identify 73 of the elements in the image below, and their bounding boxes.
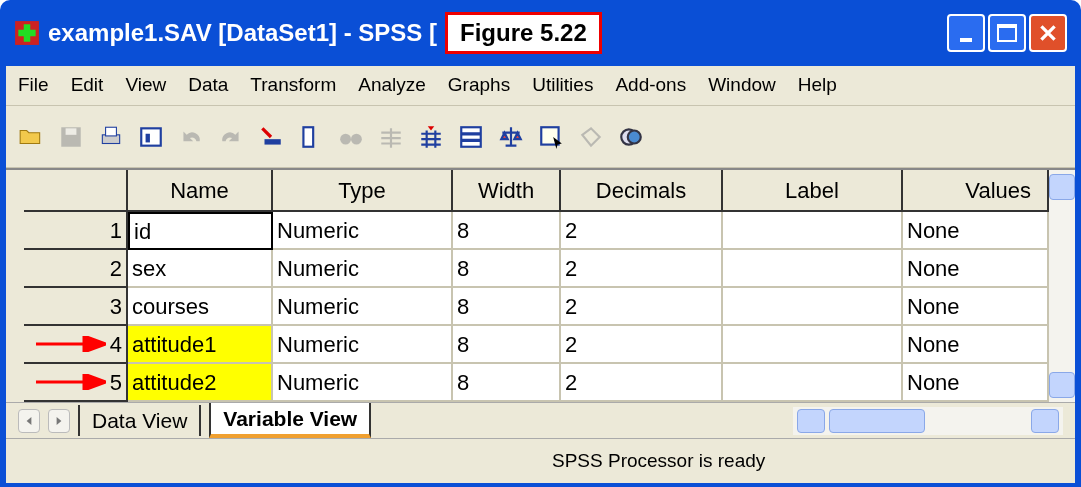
table-cell[interactable]: 2: [561, 326, 723, 364]
menu-item[interactable]: Add-ons: [615, 71, 687, 100]
column-header[interactable]: Label: [723, 170, 903, 212]
menu-item[interactable]: Graphs: [447, 71, 511, 100]
column-header[interactable]: Name: [128, 170, 273, 212]
table-cell[interactable]: Numeric: [273, 212, 453, 250]
column-header[interactable]: Type: [273, 170, 453, 212]
row-number: 5: [109, 368, 122, 397]
table-cell[interactable]: [723, 288, 903, 326]
menu-item[interactable]: View: [125, 71, 167, 100]
menu-item[interactable]: Analyze: [358, 71, 426, 100]
table-cell[interactable]: 8: [453, 250, 561, 288]
column-header[interactable]: Values: [903, 170, 1049, 212]
vertical-scrollbar[interactable]: [1049, 170, 1075, 402]
table-cell[interactable]: None: [903, 326, 1049, 364]
table-cell[interactable]: [723, 250, 903, 288]
row-header[interactable]: 3: [24, 288, 128, 326]
status-text: SPSS Processor is ready: [552, 448, 766, 473]
column-header[interactable]: Decimals: [561, 170, 723, 212]
horizontal-scrollbar[interactable]: [793, 406, 1063, 435]
table-cell[interactable]: None: [903, 364, 1049, 402]
row-header[interactable]: 1: [24, 212, 128, 250]
scroll-left-tab-button[interactable]: [18, 408, 40, 433]
table-cell[interactable]: 2: [561, 250, 723, 288]
menu-item[interactable]: Transform: [250, 71, 337, 100]
window-title: example1.SAV [DataSet1] - SPSS [: [48, 18, 438, 48]
column-header[interactable]: Width: [453, 170, 561, 212]
left-triangle-icon: [25, 415, 33, 426]
row-number: 2: [109, 254, 122, 283]
table-cell[interactable]: [723, 326, 903, 364]
scroll-right-tab-button[interactable]: [48, 408, 70, 433]
app-logo-icon: [14, 20, 40, 46]
table-cell[interactable]: None: [903, 212, 1049, 250]
table-cell[interactable]: Numeric: [273, 288, 453, 326]
menu-item[interactable]: Data: [188, 71, 229, 100]
row-number: 3: [109, 292, 122, 321]
table-cell[interactable]: attitude1: [128, 326, 273, 364]
sheet-tab[interactable]: Data View: [78, 404, 202, 437]
row-number: 1: [109, 216, 122, 245]
table-cell[interactable]: None: [903, 288, 1049, 326]
table-cell[interactable]: 2: [561, 364, 723, 402]
table-cell[interactable]: Numeric: [273, 250, 453, 288]
maximize-button[interactable]: [988, 14, 1026, 52]
menu-item[interactable]: Window: [708, 71, 776, 100]
table-cell[interactable]: None: [903, 250, 1049, 288]
table-cell[interactable]: 8: [453, 364, 561, 402]
menu-item[interactable]: Edit: [70, 71, 104, 100]
row-number: 4: [109, 330, 122, 359]
menu-item[interactable]: Utilities: [532, 71, 594, 100]
menu-item[interactable]: File: [18, 71, 49, 100]
table-cell[interactable]: 8: [453, 288, 561, 326]
table-cell[interactable]: id: [128, 212, 273, 250]
minimize-button[interactable]: [947, 14, 985, 52]
row-header[interactable]: 4: [24, 326, 128, 364]
row-header[interactable]: 5: [24, 364, 128, 402]
table-cell[interactable]: 2: [561, 288, 723, 326]
table-cell[interactable]: 8: [453, 326, 561, 364]
table-cell[interactable]: Numeric: [273, 364, 453, 402]
figure-label: Figure 5.22: [445, 12, 602, 54]
table-cell[interactable]: sex: [128, 250, 273, 288]
menu-item[interactable]: Help: [797, 71, 837, 100]
right-triangle-icon: [55, 415, 63, 426]
close-icon: [1037, 22, 1059, 44]
table-cell[interactable]: attitude2: [128, 364, 273, 402]
table-cell[interactable]: [723, 212, 903, 250]
table-cell[interactable]: [723, 364, 903, 402]
table-cell[interactable]: courses: [128, 288, 273, 326]
close-button[interactable]: [1029, 14, 1067, 52]
table-cell[interactable]: Numeric: [273, 326, 453, 364]
table-cell[interactable]: 2: [561, 212, 723, 250]
row-header[interactable]: 2: [24, 250, 128, 288]
table-cell[interactable]: 8: [453, 212, 561, 250]
sheet-tab[interactable]: Variable View: [209, 402, 372, 439]
